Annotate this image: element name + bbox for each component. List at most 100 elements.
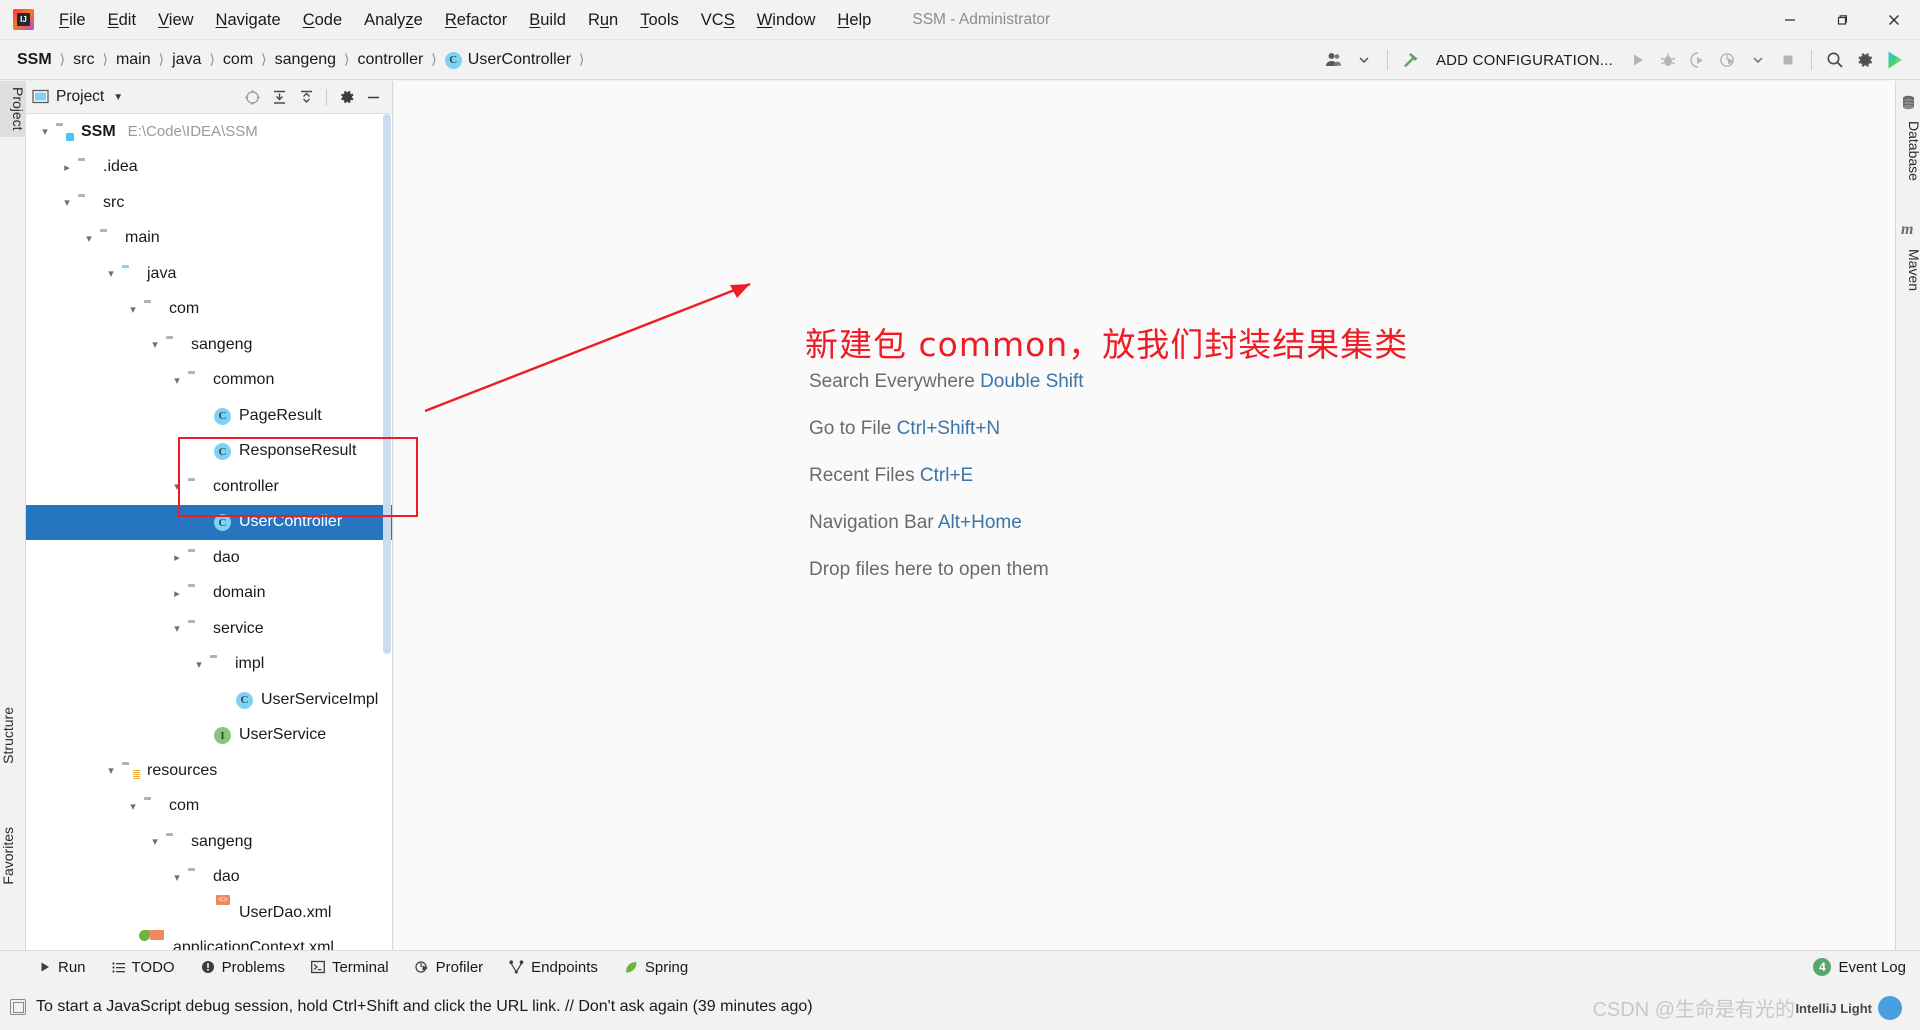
tree-row-usercontroller-selected[interactable]: C UserController [26,504,392,540]
menu-item-edit[interactable]: Edit [97,7,147,33]
breadcrumb-item-com[interactable]: com [220,49,256,71]
menu-item-file[interactable]: File [48,7,97,33]
menu-item-navigate[interactable]: Navigate [205,7,292,33]
tree-row[interactable]: ▸ domain [26,576,392,612]
search-icon[interactable] [1820,45,1850,75]
tree-row[interactable]: C UserServiceImpl [26,682,392,718]
run-icon[interactable] [1623,45,1653,75]
sidebar-item-database[interactable]: Database [1896,115,1920,187]
tab-todo[interactable]: TODO [103,956,184,979]
chevron-down-icon[interactable]: ▾ [170,373,184,387]
tree-row-responseresult[interactable]: C ResponseResult [26,434,392,470]
breadcrumb-item-controller[interactable]: controller [354,49,426,71]
chevron-down-icon[interactable]: ▾ [60,196,74,210]
chevron-down-icon[interactable]: ▾ [82,231,96,245]
idea-assistant-icon[interactable] [1880,45,1910,75]
chevron-right-icon[interactable]: ▸ [60,160,74,174]
breadcrumb-item-usercontroller[interactable]: C UserController [442,49,574,71]
menu-item-build[interactable]: Build [518,7,577,33]
tab-event-log[interactable]: Event Log [1838,959,1906,976]
menu-item-run[interactable]: Run [577,7,629,33]
chevron-down-icon[interactable]: ▾ [170,870,184,884]
menu-item-vcs[interactable]: VCS [690,7,746,33]
menu-item-help[interactable]: Help [826,7,882,33]
tree-row[interactable]: ▾ resources [26,753,392,789]
tree-row[interactable]: ▾ com [26,789,392,825]
chevron-right-icon[interactable]: ▸ [170,551,184,565]
project-panel-scrollbar[interactable] [383,114,391,654]
breadcrumb-item-ssm[interactable]: SSM [14,49,55,71]
breadcrumb-item-java[interactable]: java [169,49,204,71]
chevron-down-icon[interactable]: ▾ [126,302,140,316]
profiler-icon[interactable] [1713,45,1743,75]
chevron-down-icon[interactable]: ▾ [104,267,118,281]
menu-item-code[interactable]: Code [292,7,353,33]
tree-row[interactable]: ▾ com [26,292,392,328]
minimize-button[interactable] [1764,0,1816,40]
build-hammer-icon[interactable] [1396,45,1426,75]
menu-item-tools[interactable]: Tools [629,7,690,33]
chevron-down-icon[interactable]: ▼ [113,92,123,103]
add-configuration-button[interactable]: ADD CONFIGURATION... [1426,48,1623,73]
expand-all-icon[interactable] [267,85,292,110]
chevron-down-icon[interactable]: ▾ [126,799,140,813]
chevron-down-icon[interactable]: ▾ [192,657,206,671]
breadcrumb-item-main[interactable]: main [113,49,154,71]
tree-row[interactable]: ▾ SSM E:\Code\IDEA\SSM [26,114,392,150]
menu-item-view[interactable]: View [147,7,204,33]
chevron-down-icon[interactable]: ▾ [104,764,118,778]
chevron-right-icon[interactable]: ▸ [170,586,184,600]
tab-run[interactable]: Run [30,956,95,979]
breadcrumb-item-src[interactable]: src [70,49,97,71]
tree-row[interactable]: ▾ service [26,611,392,647]
breadcrumb-item-sangeng[interactable]: sangeng [272,49,339,71]
tab-terminal[interactable]: Terminal [302,956,398,979]
tree-row[interactable]: ▾ dao [26,860,392,896]
user-account-icon[interactable] [1319,45,1349,75]
tree-row[interactable]: ▾ java [26,256,392,292]
close-button[interactable] [1868,0,1920,40]
tree-item-label: domain [213,584,266,602]
chevron-down-icon[interactable]: ▾ [38,125,52,139]
tree-row-pageresult[interactable]: C PageResult [26,398,392,434]
tree-row[interactable]: UserDao.xml [26,895,392,931]
select-opened-file-icon[interactable] [240,85,265,110]
tab-profiler[interactable]: Profiler [406,956,493,979]
maximize-button[interactable] [1816,0,1868,40]
menu-item-window[interactable]: Window [746,7,827,33]
tab-endpoints[interactable]: Endpoints [500,956,607,979]
tab-spring[interactable]: Spring [615,956,697,979]
tree-row[interactable]: ▾ sangeng [26,824,392,860]
debug-icon[interactable] [1653,45,1683,75]
tree-row[interactable]: ▾ controller [26,469,392,505]
tree-row[interactable]: ▸ dao [26,540,392,576]
chevron-down-icon[interactable]: ▾ [170,480,184,494]
menu-item-refactor[interactable]: Refactor [434,7,518,33]
tree-row[interactable]: ▾ sangeng [26,327,392,363]
menu-item-analyze[interactable]: Analyze [353,7,434,33]
tree-row[interactable]: ▸ .idea [26,150,392,186]
tree-row[interactable]: ▾ impl [26,647,392,683]
settings-gear-icon[interactable] [1850,45,1880,75]
tab-problems[interactable]: Problems [192,956,294,979]
sidebar-item-project[interactable]: Project [0,81,26,137]
chevron-down-icon[interactable]: ▾ [148,338,162,352]
chevron-down-icon[interactable] [1349,45,1379,75]
tree-row-common-package[interactable]: ▾ common [26,363,392,399]
sidebar-item-favorites[interactable]: Favorites [0,821,26,891]
project-tree[interactable]: ▾ SSM E:\Code\IDEA\SSM ▸ .idea ▾ src ▾ m… [26,114,392,953]
sidebar-item-maven[interactable]: Maven [1896,243,1920,297]
settings-gear-icon[interactable] [334,85,359,110]
chevron-down-icon[interactable]: ▾ [148,835,162,849]
chevron-down-icon[interactable]: ▾ [170,622,184,636]
stop-icon[interactable] [1773,45,1803,75]
chevron-down-icon[interactable] [1743,45,1773,75]
hide-panel-icon[interactable] [361,85,386,110]
collapse-all-icon[interactable] [294,85,319,110]
tree-row[interactable]: ▾ main [26,221,392,257]
sidebar-item-structure[interactable]: Structure [0,701,26,770]
tree-row[interactable]: ▾ src [26,185,392,221]
database-icon [1901,95,1916,110]
run-coverage-icon[interactable] [1683,45,1713,75]
tree-row[interactable]: I UserService [26,718,392,754]
